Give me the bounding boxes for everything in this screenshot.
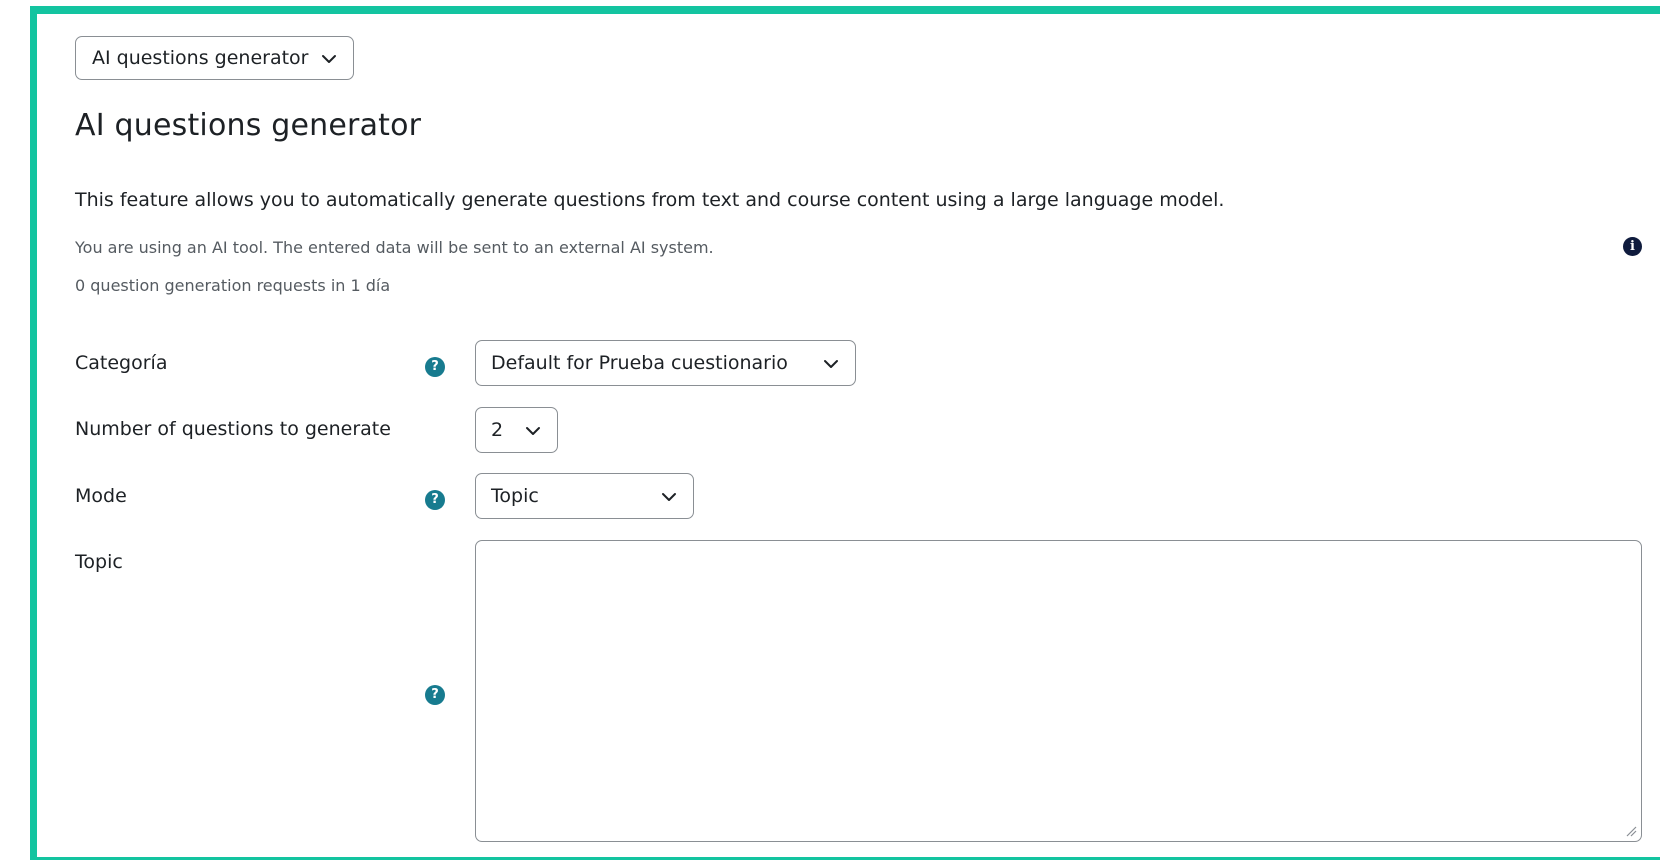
chevron-down-icon [526,427,540,435]
page-type-select[interactable]: AI questions generator [75,36,354,80]
resize-handle-icon[interactable] [1625,825,1637,837]
category-help-icon[interactable]: ? [425,357,445,377]
mode-select[interactable]: Topic [475,473,694,519]
num-questions-select[interactable]: 2 [475,407,558,453]
category-select-value: Default for Prueba cuestionario [491,352,788,374]
num-questions-select-value: 2 [491,419,504,441]
category-select[interactable]: Default for Prueba cuestionario [475,340,856,386]
mode-help-icon[interactable]: ? [425,490,445,510]
topic-textarea[interactable] [475,540,1642,842]
mode-label: Mode [75,485,127,507]
feature-description: This feature allows you to automatically… [75,189,1225,211]
num-questions-label: Number of questions to generate [75,418,391,440]
mode-select-value: Topic [491,485,539,507]
ai-notice: You are using an AI tool. The entered da… [75,238,714,257]
request-count: 0 question generation requests in 1 día [75,276,391,295]
category-label: Categoría [75,352,168,374]
topic-label: Topic [75,551,123,573]
chevron-down-icon [322,55,336,63]
info-icon[interactable]: i [1623,237,1642,256]
page-type-select-value: AI questions generator [92,47,309,69]
topic-help-icon[interactable]: ? [425,685,445,705]
chevron-down-icon [824,360,838,368]
chevron-down-icon [662,493,676,501]
page-title: AI questions generator [75,108,422,143]
